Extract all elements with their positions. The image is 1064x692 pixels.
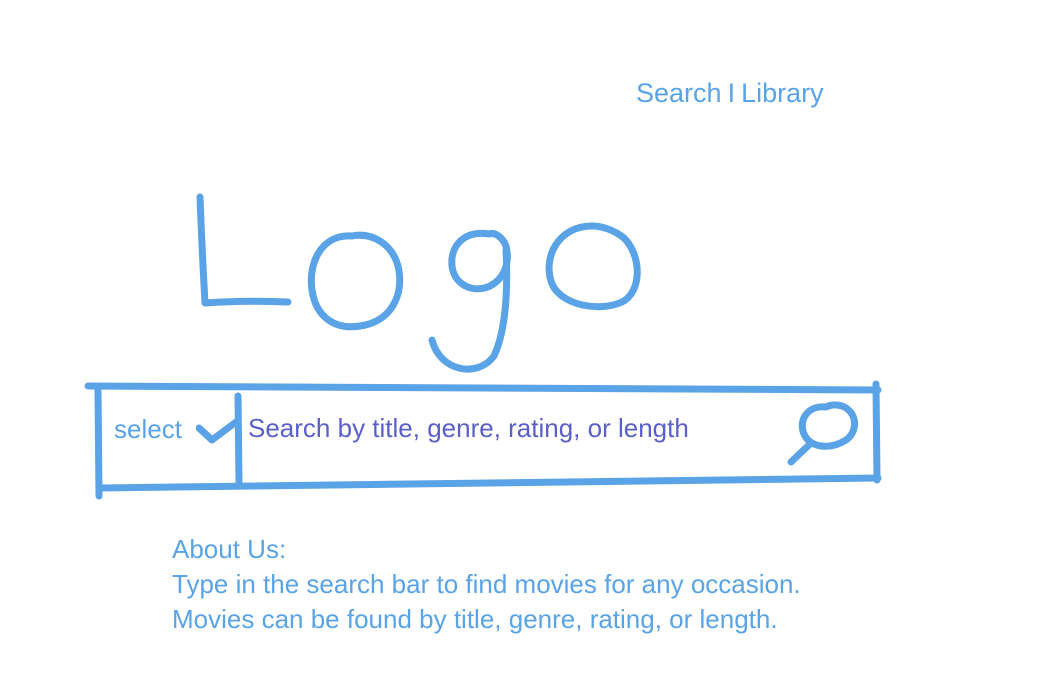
- about-line-2: Movies can be found by title, genre, rat…: [172, 604, 778, 634]
- magnifier-icon[interactable]: [784, 398, 860, 468]
- nav-link-library[interactable]: Library: [741, 78, 824, 108]
- nav-link-search[interactable]: Search: [636, 78, 722, 108]
- chevron-down-icon[interactable]: [196, 418, 240, 448]
- logo: [196, 193, 641, 373]
- top-nav: Search I Library: [636, 78, 824, 109]
- about-heading: About Us:: [172, 534, 287, 564]
- about-line-1: Type in the search bar to find movies fo…: [172, 569, 801, 599]
- about-section: About Us: Type in the search bar to find…: [172, 532, 801, 637]
- nav-separator: I: [727, 78, 736, 108]
- category-select[interactable]: select: [114, 414, 182, 445]
- search-input[interactable]: [248, 406, 778, 450]
